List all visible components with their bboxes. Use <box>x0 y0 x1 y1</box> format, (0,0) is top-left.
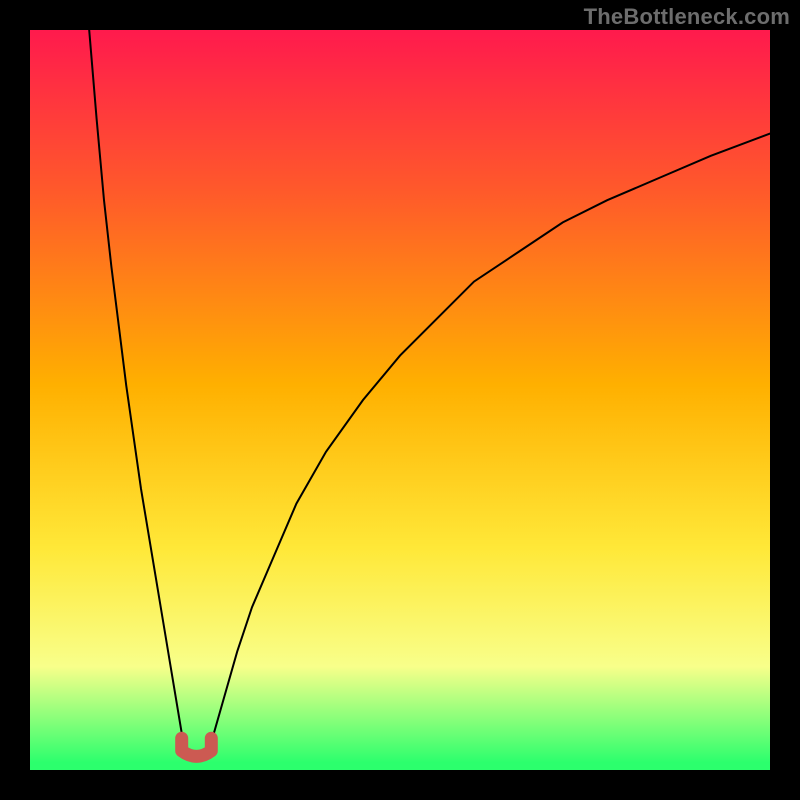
chart-frame: TheBottleneck.com <box>0 0 800 800</box>
gradient-background <box>30 30 770 770</box>
watermark-text: TheBottleneck.com <box>584 4 790 30</box>
plot-svg <box>30 30 770 770</box>
plot-area <box>30 30 770 770</box>
